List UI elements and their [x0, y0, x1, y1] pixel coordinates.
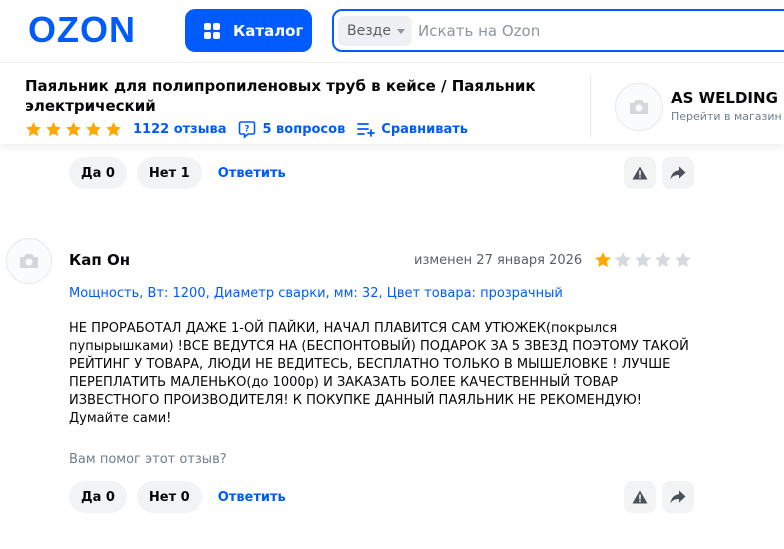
share-arrow-icon	[670, 490, 686, 504]
review-actions: Да 0 Нет 0 Ответить	[69, 481, 286, 513]
star-empty-icon	[635, 252, 651, 268]
reply-link[interactable]: Ответить	[218, 490, 286, 505]
warning-icon	[632, 166, 648, 180]
caret-down-icon	[396, 28, 405, 34]
star-filled-icon	[106, 121, 121, 136]
review-rating-stars	[594, 251, 694, 269]
prev-review-actions: Да 0 Нет 1 Ответить	[69, 157, 286, 189]
top-header: OZON Каталог Везде	[0, 0, 784, 62]
product-meta-row: 1122 отзыва ? 5 вопросов Сравнивать	[25, 119, 480, 139]
share-arrow-icon	[670, 166, 686, 180]
share-button[interactable]	[662, 481, 694, 513]
star-empty-icon	[675, 252, 691, 268]
catalog-label: Каталог	[233, 21, 304, 40]
product-rating-stars[interactable]	[25, 121, 125, 138]
review-text: НЕ ПРОРАБОТАЛ ДАЖЕ 1-ОЙ ПАЙКИ, НАЧАЛ ПЛА…	[69, 321, 689, 426]
svg-text:?: ?	[245, 125, 250, 135]
catalog-button[interactable]: Каталог	[185, 9, 312, 52]
compare-icon	[357, 123, 376, 137]
report-button[interactable]	[624, 157, 656, 189]
compare-link[interactable]: Сравнивать	[357, 121, 468, 137]
question-bubble-icon: ?	[239, 121, 256, 138]
star-empty-icon	[615, 252, 631, 268]
share-button[interactable]	[662, 157, 694, 189]
compare-label: Сравнивать	[381, 121, 468, 137]
review-date: изменен 27 января 2026	[414, 253, 583, 268]
product-title: Паяльник для полипропиленовых труб в кей…	[25, 77, 536, 115]
questions-label: 5 вопросов	[262, 121, 346, 137]
star-filled-icon	[595, 252, 611, 268]
ozon-logo[interactable]: OZON	[28, 12, 136, 48]
vote-yes-button[interactable]: Да 0	[69, 481, 127, 513]
warning-icon	[632, 490, 648, 504]
helpful-question: Вам помог этот отзыв?	[69, 452, 227, 467]
reviews-link[interactable]: 1122 отзыва	[133, 122, 226, 137]
user-avatar	[6, 238, 52, 284]
review-variant[interactable]: Мощность, Вт: 1200, Диаметр сварки, мм: …	[69, 286, 563, 301]
star-filled-icon	[46, 121, 61, 136]
star-filled-icon	[66, 121, 81, 136]
search-input[interactable]	[418, 17, 778, 45]
seller-divider	[590, 75, 591, 137]
questions-link[interactable]: ? 5 вопросов	[238, 120, 345, 138]
go-to-store-link[interactable]: Перейти в магазин	[671, 110, 782, 123]
vote-no-button[interactable]: Нет 1	[136, 157, 202, 189]
camera-placeholder-icon	[630, 100, 648, 114]
vote-yes-button[interactable]: Да 0	[69, 157, 127, 189]
star-filled-icon	[26, 121, 41, 136]
report-button[interactable]	[624, 481, 656, 513]
reply-link[interactable]: Ответить	[218, 166, 286, 181]
vote-no-button[interactable]: Нет 0	[136, 481, 202, 513]
seller-logo[interactable]	[615, 83, 663, 131]
camera-placeholder-icon	[20, 254, 38, 268]
search-scope-label: Везде	[347, 23, 391, 39]
grid-icon	[204, 22, 220, 39]
search-scope-dropdown[interactable]: Везде	[338, 16, 412, 46]
review-author: Кап Он	[69, 251, 131, 269]
search-bar: Везде	[332, 9, 784, 52]
star-empty-icon	[655, 252, 671, 268]
star-filled-icon	[86, 121, 101, 136]
product-header: Паяльник для полипропиленовых труб в кей…	[0, 62, 784, 144]
seller-name[interactable]: AS WELDING	[671, 89, 778, 107]
